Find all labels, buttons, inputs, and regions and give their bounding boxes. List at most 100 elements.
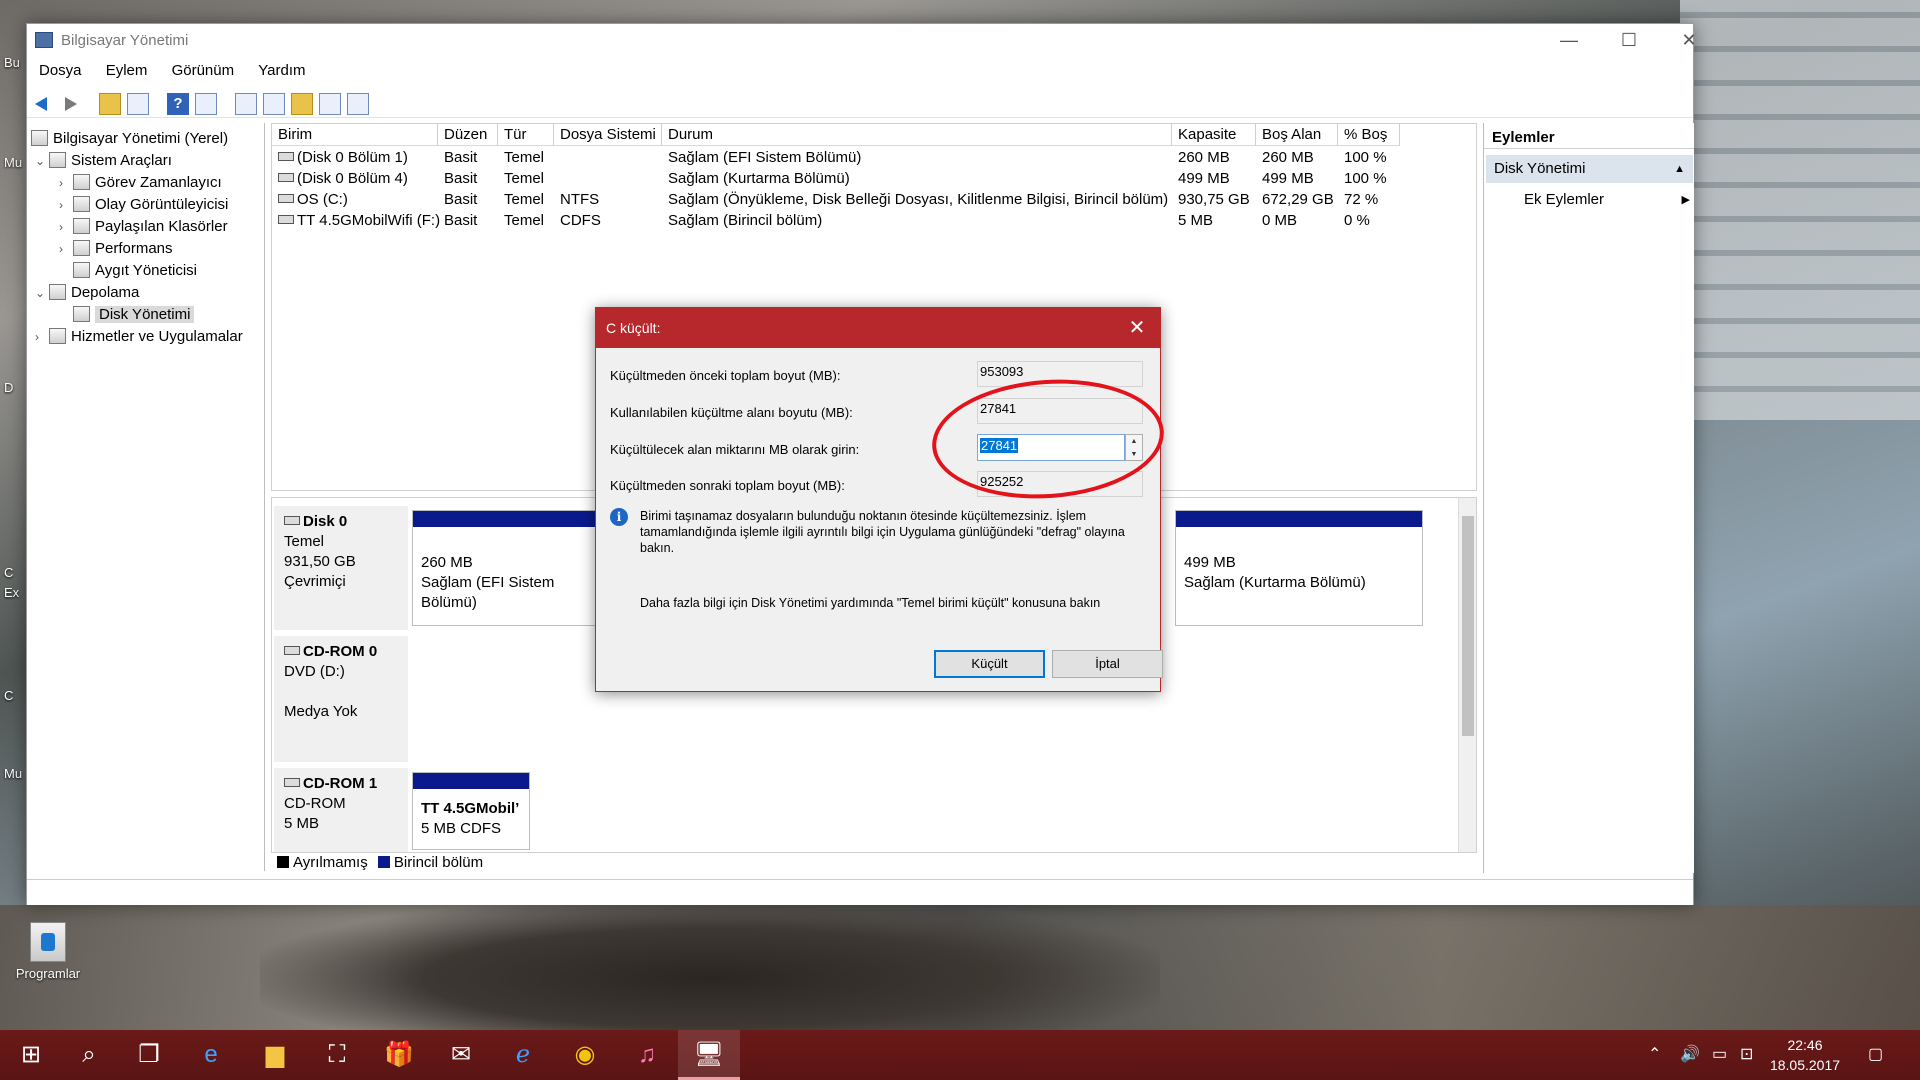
close-button[interactable]: ✕ bbox=[1664, 26, 1714, 54]
collapse-triangle-icon: ▲ bbox=[1674, 163, 1685, 175]
search-icon[interactable]: ⌕ bbox=[58, 1030, 120, 1080]
battery-icon[interactable]: ▭ bbox=[1712, 1030, 1727, 1080]
chevron-right-icon[interactable]: › bbox=[59, 217, 73, 237]
table-cell: Basit bbox=[444, 212, 478, 229]
menu-yardim[interactable]: Yardım bbox=[246, 62, 313, 79]
tree-performance[interactable]: › Performans bbox=[59, 239, 173, 259]
actions-section-disk-management[interactable]: Disk Yönetimi ▲ bbox=[1486, 155, 1693, 183]
properties-icon[interactable] bbox=[195, 93, 217, 115]
title-bar[interactable]: Bilgisayar Yönetimi — ☐ ✕ bbox=[27, 24, 1697, 56]
view-icon[interactable] bbox=[347, 93, 369, 115]
total-after-label: Küçültmeden sonraki toplam boyut (MB): bbox=[610, 478, 845, 493]
column-header[interactable]: % Boş bbox=[1338, 124, 1400, 146]
volume-icon[interactable]: 🔊 bbox=[1680, 1030, 1700, 1080]
table-cell: TT 4.5GMobilWifi (F:) bbox=[297, 212, 441, 229]
start-windows-icon[interactable]: ⊞ bbox=[0, 1030, 62, 1080]
tray-chevron-up-icon[interactable]: ⌃ bbox=[1648, 1030, 1661, 1080]
gift-icon[interactable]: 🎁 bbox=[368, 1030, 430, 1080]
system-clock[interactable]: 22:46 18.05.2017 bbox=[1760, 1035, 1850, 1075]
table-cell: Temel bbox=[504, 191, 545, 208]
show-hide-tree-icon[interactable] bbox=[127, 93, 149, 115]
help-icon[interactable]: ? bbox=[167, 93, 189, 115]
file-explorer-icon[interactable]: ▆ bbox=[244, 1030, 306, 1080]
partition-recovery[interactable]: 499 MB Sağlam (Kurtarma Bölümü) bbox=[1175, 510, 1423, 626]
store-icon[interactable]: ⛶ bbox=[306, 1030, 368, 1080]
chevron-down-icon[interactable]: ⌄ bbox=[35, 283, 49, 303]
column-header[interactable]: Durum bbox=[662, 124, 1172, 146]
ie-browser-icon[interactable]: ℯ bbox=[492, 1030, 554, 1080]
more-actions-item[interactable]: Ek Eylemler ▶ bbox=[1524, 187, 1690, 213]
menu-eylem[interactable]: Eylem bbox=[94, 62, 156, 79]
disk0-label[interactable]: Disk 0 Temel 931,50 GB Çevrimiçi bbox=[274, 506, 408, 630]
menu-bar: Dosya Eylem Görünüm Yardım bbox=[27, 62, 1693, 84]
search-icon[interactable] bbox=[319, 93, 341, 115]
task-view-icon[interactable]: ❐ bbox=[118, 1030, 180, 1080]
back-arrow-icon[interactable] bbox=[33, 93, 55, 115]
tree-disk-management[interactable]: Disk Yönetimi bbox=[73, 305, 195, 325]
desktop-edge-text: D bbox=[4, 380, 14, 395]
column-header[interactable]: Düzen bbox=[438, 124, 498, 146]
cd-drive-icon bbox=[284, 646, 300, 655]
table-cell: CDFS bbox=[560, 212, 601, 229]
cdrom1-label[interactable]: CD-ROM 1 CD-ROM 5 MB bbox=[274, 768, 408, 852]
cdrom0-label[interactable]: CD-ROM 0 DVD (D:) Medya Yok bbox=[274, 636, 408, 762]
menu-dosya[interactable]: Dosya bbox=[27, 62, 90, 79]
column-header[interactable]: Birim bbox=[272, 124, 438, 146]
chevron-right-icon[interactable]: › bbox=[59, 195, 73, 215]
partition-efi[interactable]: 260 MB Sağlam (EFI Sistem Bölümü) bbox=[412, 510, 604, 626]
forward-arrow-icon[interactable] bbox=[59, 93, 81, 115]
itunes-icon[interactable]: ♫ bbox=[616, 1030, 678, 1080]
desktop-icon-programlar[interactable]: Programlar bbox=[8, 922, 88, 981]
dialog-close-icon[interactable]: ✕ bbox=[1122, 308, 1152, 348]
disk-map-scrollbar[interactable] bbox=[1458, 498, 1476, 852]
up-folder-icon[interactable] bbox=[99, 93, 121, 115]
column-header[interactable]: Tür bbox=[498, 124, 554, 146]
network-icon[interactable]: ⊡ bbox=[1740, 1030, 1753, 1080]
column-header[interactable]: Boş Alan bbox=[1256, 124, 1338, 146]
table-cell: NTFS bbox=[560, 191, 600, 208]
submenu-arrow-icon: ▶ bbox=[1681, 194, 1690, 206]
connect-icon[interactable] bbox=[235, 93, 257, 115]
disk-size: 931,50 GB bbox=[284, 553, 356, 570]
minimize-button[interactable]: — bbox=[1544, 26, 1594, 54]
column-header[interactable]: Dosya Sistemi bbox=[554, 124, 662, 146]
tree-services[interactable]: › Hizmetler ve Uygulamalar bbox=[35, 327, 243, 347]
tree-label: Görev Zamanlayıcı bbox=[95, 174, 222, 191]
tree-label: Performans bbox=[95, 240, 173, 257]
shrink-button[interactable]: Küçült bbox=[934, 650, 1045, 678]
tree-event-viewer[interactable]: › Olay Görüntüleyicisi bbox=[59, 195, 228, 215]
table-cell: 499 MB bbox=[1178, 170, 1230, 187]
disk-type: Temel bbox=[284, 533, 325, 550]
maximize-button[interactable]: ☐ bbox=[1604, 26, 1654, 54]
help-text: Daha fazla bilgi için Disk Yönetimi yard… bbox=[640, 596, 1101, 610]
total-before-label: Küçültmeden önceki toplam boyut (MB): bbox=[610, 368, 841, 383]
checklist-icon[interactable] bbox=[263, 93, 285, 115]
notifications-icon[interactable]: ▢ bbox=[1868, 1030, 1883, 1080]
dialog-title-bar[interactable]: C küçült: bbox=[596, 308, 1160, 348]
menu-gorunum[interactable]: Görünüm bbox=[160, 62, 243, 79]
chrome-icon[interactable]: ◉ bbox=[554, 1030, 616, 1080]
tree-task-scheduler[interactable]: › Görev Zamanlayıcı bbox=[59, 173, 222, 193]
chevron-down-icon[interactable]: ⌄ bbox=[35, 151, 49, 171]
partition-cdfs[interactable]: TT 4.5GMobil’ 5 MB CDFS bbox=[412, 772, 530, 850]
export-icon[interactable] bbox=[291, 93, 313, 115]
tree-root[interactable]: Bilgisayar Yönetimi (Yerel) bbox=[31, 129, 228, 149]
disk-name: CD-ROM 0 bbox=[303, 643, 378, 660]
table-cell: 930,75 GB bbox=[1178, 191, 1250, 208]
chevron-right-icon[interactable]: › bbox=[59, 173, 73, 193]
tree-shared-folders[interactable]: › Paylaşılan Klasörler bbox=[59, 217, 228, 237]
chevron-right-icon[interactable]: › bbox=[35, 327, 49, 347]
tree-device-manager[interactable]: Aygıt Yöneticisi bbox=[73, 261, 197, 281]
scrollbar-thumb[interactable] bbox=[1462, 516, 1474, 736]
chevron-right-icon[interactable]: › bbox=[59, 239, 73, 259]
cancel-button[interactable]: İptal bbox=[1052, 650, 1163, 678]
column-header[interactable]: Kapasite bbox=[1172, 124, 1256, 146]
tree-system-tools[interactable]: ⌄ Sistem Araçları bbox=[35, 151, 172, 171]
disk-legend: Ayrılmamış Birincil bölüm bbox=[271, 853, 1477, 873]
table-cell: Basit bbox=[444, 170, 478, 187]
computer-management-taskbar-icon[interactable]: 🖥 bbox=[678, 1030, 740, 1080]
edge-browser-icon[interactable]: e bbox=[180, 1030, 242, 1080]
actions-section-label: Disk Yönetimi bbox=[1494, 160, 1586, 177]
tree-storage[interactable]: ⌄ Depolama bbox=[35, 283, 139, 303]
mail-icon[interactable]: ✉ bbox=[430, 1030, 492, 1080]
